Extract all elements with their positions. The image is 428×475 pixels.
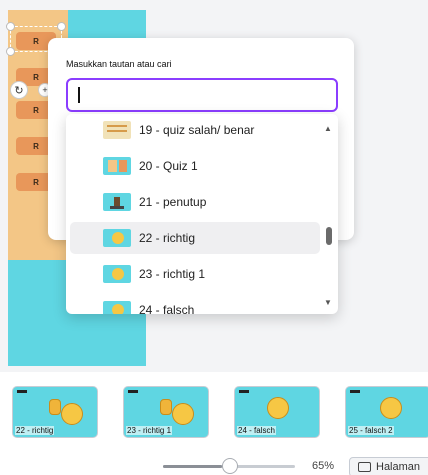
happy-face-icon (172, 403, 194, 425)
dropdown-scrollbar-thumb[interactable] (326, 227, 332, 245)
closing-thumbnail-icon (103, 193, 131, 211)
dropdown-item-label: 21 - penutup (139, 195, 207, 209)
dropdown-item[interactable]: 19 - quiz salah/ benar (70, 114, 320, 146)
resize-handle[interactable] (6, 47, 15, 56)
quiz-true-false-thumbnail-icon (103, 121, 131, 139)
dropdown-item-label: 24 - falsch (139, 303, 195, 314)
resize-handle[interactable] (57, 22, 66, 31)
dropdown-item-label: 22 - richtig (139, 231, 196, 245)
zoom-value[interactable]: 65% (312, 460, 334, 472)
text-cursor (78, 87, 80, 103)
dropdown-item-label: 20 - Quiz 1 (139, 159, 198, 173)
zoom-slider-handle[interactable] (222, 458, 238, 474)
pages-button-label: Halaman (376, 461, 421, 473)
dropdown-item-label: 19 - quiz salah/ benar (139, 123, 255, 137)
quiz-thumbnail-icon (103, 157, 131, 175)
thumbs-up-emoji-icon (49, 399, 61, 415)
page-thumbnail[interactable]: 25 - falsch 2 (345, 386, 428, 438)
thumbs-up-emoji-icon (160, 399, 172, 415)
dropdown-item-label: 23 - richtig 1 (139, 267, 206, 281)
page-thumbnail-label: 24 - falsch (237, 426, 276, 435)
scroll-down-icon[interactable]: ▼ (324, 298, 332, 307)
page-thumbnail-bar (128, 390, 138, 393)
dropdown-item[interactable]: 20 - Quiz 1 (70, 150, 320, 182)
sad-emoji-icon (380, 397, 402, 419)
pages-button[interactable]: Halaman (349, 457, 428, 475)
link-popup-label: Masukkan tautan atau cari (66, 59, 172, 69)
page-thumbnail-label: 22 - richtig (15, 426, 55, 435)
page-link-dropdown[interactable]: 19 - quiz salah/ benar 20 - Quiz 1 21 - … (66, 114, 338, 314)
sad-emoji-icon (103, 301, 131, 314)
dropdown-item[interactable]: 23 - richtig 1 (70, 258, 320, 290)
happy-face-icon (61, 403, 83, 425)
dropdown-item[interactable]: 24 - falsch (70, 294, 320, 314)
page-thumbnail[interactable]: 23 - richtig 1 (123, 386, 209, 438)
zoom-slider-fill (163, 465, 223, 468)
page-thumbnail-bar (239, 390, 249, 393)
page-thumbnail-bar (17, 390, 27, 393)
thumbs-up-emoji-icon (103, 229, 131, 247)
page-thumbnail[interactable]: 22 - richtig (12, 386, 98, 438)
link-search-input[interactable] (66, 78, 338, 112)
pages-icon (358, 462, 371, 472)
dropdown-item[interactable]: 21 - penutup (70, 186, 320, 218)
scroll-up-icon[interactable]: ▲ (324, 124, 332, 133)
page-thumbnail[interactable]: 24 - falsch (234, 386, 320, 438)
page-thumbnail-bar (350, 390, 360, 393)
dropdown-item-selected[interactable]: 22 - richtig (70, 222, 320, 254)
page-thumbnail-label: 23 - richtig 1 (126, 426, 173, 435)
rotate-icon[interactable]: ↻ (10, 81, 28, 99)
page-thumbnail-label: 25 - falsch 2 (348, 426, 394, 435)
thumbs-up-emoji-icon (103, 265, 131, 283)
sad-emoji-icon (267, 397, 289, 419)
resize-handle[interactable] (6, 22, 15, 31)
